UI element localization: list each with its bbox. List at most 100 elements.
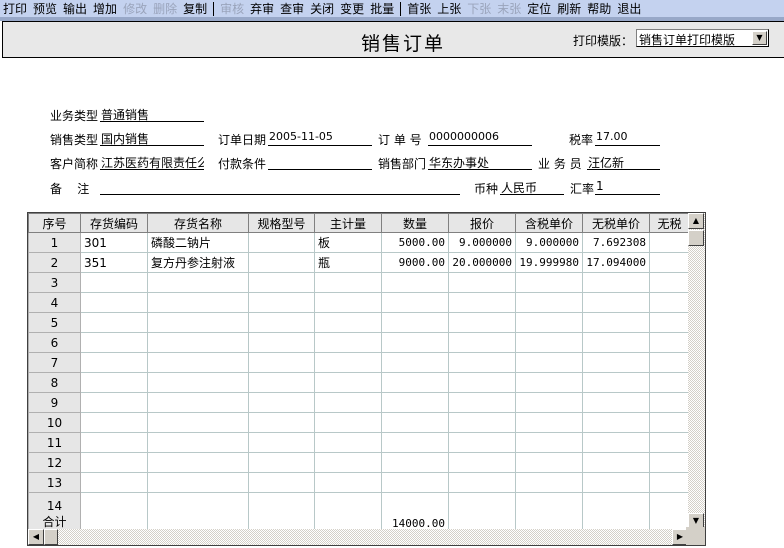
table-cell[interactable]: 301	[80, 232, 148, 253]
column-header[interactable]: 主计量	[314, 213, 382, 233]
table-row[interactable]: 5	[28, 312, 690, 333]
table-row[interactable]: 2 351 复方丹参注射液 瓶 9000.00 20.000000 19.999980 17.…	[28, 252, 690, 273]
vertical-scrollbar[interactable]: ▲ ▼	[688, 213, 705, 529]
toolbar-button-2[interactable]: 输出	[63, 0, 87, 17]
column-header[interactable]: 规格型号	[248, 213, 315, 233]
table-cell[interactable]	[448, 332, 516, 353]
table-cell[interactable]	[515, 492, 583, 531]
table-cell[interactable]	[147, 352, 249, 373]
table-cell[interactable]	[314, 472, 382, 493]
table-cell[interactable]	[649, 452, 690, 473]
table-cell[interactable]	[314, 412, 382, 433]
table-cell[interactable]	[248, 292, 315, 313]
table-cell[interactable]	[80, 272, 148, 293]
table-cell[interactable]	[314, 372, 382, 393]
horizontal-scrollbar[interactable]: ◀ ▶	[28, 529, 688, 545]
payment-field[interactable]	[268, 154, 372, 170]
table-cell[interactable]	[582, 292, 650, 313]
table-cell[interactable]	[515, 292, 583, 313]
toolbar-button-0[interactable]: 打印	[3, 0, 27, 17]
sales-type-field[interactable]: 国内销售	[100, 130, 204, 146]
table-cell[interactable]	[448, 292, 516, 313]
currency-field[interactable]: 人民币	[500, 179, 564, 195]
table-cell[interactable]	[582, 432, 650, 453]
table-row[interactable]: 8	[28, 372, 690, 393]
table-row[interactable]: 11	[28, 432, 690, 453]
column-header[interactable]: 含税单价	[515, 213, 583, 233]
table-cell[interactable]	[649, 472, 690, 493]
table-cell[interactable]	[515, 432, 583, 453]
table-cell[interactable]	[649, 432, 690, 453]
total-quantity[interactable]: 14000.00	[381, 492, 449, 531]
biz-type-field[interactable]: 普通销售	[100, 106, 204, 122]
table-cell[interactable]	[314, 292, 382, 313]
toolbar-button-17[interactable]: 定位	[527, 0, 551, 17]
table-cell[interactable]: 9000.00	[381, 252, 449, 273]
table-cell[interactable]	[248, 272, 315, 293]
table-cell[interactable]	[248, 432, 315, 453]
toolbar-button-18[interactable]: 刷新	[557, 0, 581, 17]
table-cell[interactable]	[314, 492, 382, 531]
table-cell[interactable]	[248, 332, 315, 353]
table-cell[interactable]: 瓶	[314, 252, 382, 273]
customer-field[interactable]: 江苏医药有限责任么	[100, 154, 204, 170]
scroll-thumb[interactable]	[688, 230, 704, 246]
exchange-field[interactable]: 1	[595, 179, 660, 195]
table-cell[interactable]	[80, 312, 148, 333]
table-cell[interactable]	[314, 272, 382, 293]
table-cell[interactable]	[582, 392, 650, 413]
table-cell[interactable]	[649, 412, 690, 433]
table-cell[interactable]	[582, 452, 650, 473]
toolbar-button-5[interactable]: 删除	[153, 0, 177, 17]
table-cell[interactable]	[448, 372, 516, 393]
table-cell[interactable]	[649, 232, 690, 253]
table-cell[interactable]	[381, 272, 449, 293]
table-cell[interactable]	[80, 412, 148, 433]
toolbar-button-3[interactable]: 增加	[93, 0, 117, 17]
table-cell[interactable]	[515, 272, 583, 293]
toolbar-button-11[interactable]: 变更	[340, 0, 364, 17]
hscroll-thumb[interactable]	[44, 529, 58, 545]
table-cell[interactable]	[80, 392, 148, 413]
table-cell[interactable]	[381, 312, 449, 333]
column-header[interactable]: 序号	[28, 213, 81, 233]
table-cell[interactable]	[448, 472, 516, 493]
table-cell[interactable]	[248, 472, 315, 493]
table-cell[interactable]	[248, 232, 315, 253]
table-row[interactable]: 3	[28, 272, 690, 293]
table-cell[interactable]: 7.692308	[582, 232, 650, 253]
table-cell[interactable]	[515, 352, 583, 373]
table-cell[interactable]	[515, 392, 583, 413]
table-cell[interactable]	[147, 312, 249, 333]
table-row[interactable]: 7	[28, 352, 690, 373]
table-row[interactable]: 14 合计 14000.00	[28, 492, 690, 531]
table-cell[interactable]	[381, 352, 449, 373]
table-cell[interactable]	[582, 352, 650, 373]
table-cell[interactable]	[147, 452, 249, 473]
toolbar-button-12[interactable]: 批量	[370, 0, 394, 17]
toolbar-button-7[interactable]: 审核	[220, 0, 244, 17]
table-cell[interactable]	[515, 412, 583, 433]
table-cell[interactable]	[448, 432, 516, 453]
table-row[interactable]: 1 301 磷酸二钠片板 5000.00 9.000000 9.000000 7.69230…	[28, 232, 690, 253]
print-template-select[interactable]: 销售订单打印模版 ▼	[636, 29, 769, 47]
table-cell[interactable]: 351	[80, 252, 148, 273]
table-cell[interactable]	[448, 492, 516, 531]
column-header[interactable]: 存货编码	[80, 213, 148, 233]
table-cell[interactable]: 17.094000	[582, 252, 650, 273]
table-cell[interactable]	[147, 292, 249, 313]
table-cell[interactable]	[147, 332, 249, 353]
table-cell[interactable]	[381, 372, 449, 393]
toolbar-button-8[interactable]: 弃审	[250, 0, 274, 17]
table-cell[interactable]	[248, 312, 315, 333]
toolbar-button-14[interactable]: 上张	[437, 0, 461, 17]
salesman-field[interactable]: 汪亿新	[587, 154, 660, 170]
table-cell[interactable]	[515, 472, 583, 493]
table-cell[interactable]	[448, 352, 516, 373]
table-cell[interactable]	[314, 452, 382, 473]
table-cell[interactable]	[248, 412, 315, 433]
table-cell[interactable]	[649, 252, 690, 273]
order-no-field[interactable]: 0000000006	[428, 130, 532, 146]
scroll-up-icon[interactable]: ▲	[688, 213, 704, 229]
table-cell[interactable]	[515, 332, 583, 353]
